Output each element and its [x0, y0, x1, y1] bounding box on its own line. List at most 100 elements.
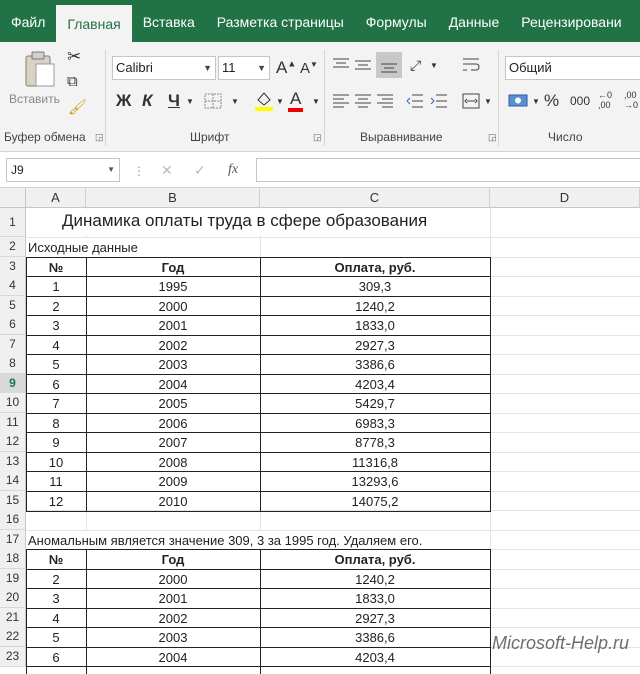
row-header[interactable]: 22 [0, 627, 26, 647]
number-format-select[interactable]: Общий [505, 56, 640, 80]
row-header[interactable]: 9 [0, 374, 26, 394]
table-cell[interactable]: 2007 [86, 433, 260, 453]
row-header[interactable]: 20 [0, 588, 26, 608]
table-cell[interactable]: 5 [26, 355, 86, 375]
tab-data[interactable]: Данные [438, 0, 511, 42]
table-cell[interactable]: 2927,3 [260, 609, 490, 629]
table-cell[interactable]: 1 [26, 277, 86, 297]
table-cell[interactable]: 8778,3 [260, 433, 490, 453]
row-header[interactable]: 12 [0, 432, 26, 452]
table-cell[interactable]: 3 [26, 316, 86, 336]
table-cell[interactable]: 2001 [86, 316, 260, 336]
fill-color-icon[interactable] [254, 90, 274, 116]
table-cell[interactable]: 4 [26, 609, 86, 629]
insert-function-icon[interactable]: fx [228, 162, 238, 178]
table-cell[interactable]: 2003 [86, 628, 260, 648]
table-cell[interactable]: 10 [26, 453, 86, 473]
name-box[interactable]: J9 ▼ [6, 158, 120, 182]
table-cell[interactable]: 2 [26, 297, 86, 317]
tab-page-layout[interactable]: Разметка страницы [206, 0, 355, 42]
row-header[interactable]: 1 [0, 208, 26, 237]
alignment-launcher-icon[interactable]: ◲ [488, 132, 497, 143]
table-cell[interactable]: 7 [26, 394, 86, 414]
align-center-icon[interactable] [354, 92, 372, 114]
table-cell[interactable]: 2927,3 [260, 336, 490, 356]
table-cell[interactable]: 2005 [86, 394, 260, 414]
increase-indent-icon[interactable] [430, 92, 448, 114]
row-header[interactable]: 19 [0, 569, 26, 589]
chevron-down-icon[interactable]: ▼ [532, 98, 540, 106]
sheet-title[interactable]: Динамика оплаты труда в сфере образовани… [60, 209, 430, 235]
column-header-a[interactable]: A [26, 188, 86, 208]
table-cell[interactable]: 6 [26, 648, 86, 668]
table-header-number[interactable]: № [26, 258, 86, 278]
table-cell[interactable]: 1833,0 [260, 316, 490, 336]
font-size-select[interactable]: 11 ▼ [218, 56, 270, 80]
tab-formulas[interactable]: Формулы [355, 0, 438, 42]
row-header[interactable]: 16 [0, 510, 26, 530]
merge-center-icon[interactable] [462, 92, 480, 114]
borders-icon[interactable] [204, 93, 222, 113]
increase-decimal-icon[interactable]: ←0,00 [598, 90, 612, 110]
underline-button[interactable]: Ч [168, 92, 180, 109]
row-header[interactable]: 13 [0, 452, 26, 472]
column-header-b[interactable]: B [86, 188, 260, 208]
row-header[interactable]: 15 [0, 491, 26, 511]
clipboard-launcher-icon[interactable]: ◲ [95, 132, 104, 143]
copy-icon[interactable]: ⧉ [67, 74, 78, 89]
table-cell[interactable]: 5 [26, 628, 86, 648]
table-cell[interactable]: 13293,6 [260, 472, 490, 492]
grow-font-button[interactable]: A▲ [276, 59, 296, 76]
table-cell[interactable]: 3 [26, 589, 86, 609]
table-cell[interactable]: 2002 [86, 609, 260, 629]
italic-button[interactable]: К [142, 92, 152, 109]
table-cell[interactable]: 11 [26, 472, 86, 492]
wrap-text-icon[interactable] [462, 56, 480, 78]
table-cell[interactable]: 4 [26, 336, 86, 356]
table-cell[interactable]: 4203,4 [260, 375, 490, 395]
select-all-corner[interactable] [0, 188, 26, 208]
table-cell[interactable]: 2002 [86, 336, 260, 356]
row-header[interactable]: 14 [0, 471, 26, 491]
row-header[interactable]: 21 [0, 608, 26, 628]
font-launcher-icon[interactable]: ◲ [313, 132, 322, 143]
row-header[interactable]: 6 [0, 315, 26, 335]
table-cell[interactable]: 4203,4 [260, 648, 490, 668]
chevron-down-icon[interactable]: ▼ [484, 98, 492, 106]
table-cell[interactable]: 2008 [86, 453, 260, 473]
cancel-icon[interactable]: ✕ [161, 162, 173, 179]
formula-input[interactable] [256, 158, 640, 182]
table-cell[interactable]: 2004 [86, 375, 260, 395]
decrease-decimal-icon[interactable]: ,00 →0 [624, 90, 638, 110]
table-header-payment[interactable]: Оплата, руб. [260, 550, 490, 570]
row-header[interactable]: 7 [0, 335, 26, 355]
table-header-payment[interactable]: Оплата, руб. [260, 258, 490, 278]
percent-style-button[interactable]: % [544, 92, 559, 109]
table-cell[interactable]: 12 [26, 492, 86, 512]
align-left-icon[interactable] [332, 92, 350, 114]
shrink-font-button[interactable]: A▼ [300, 61, 318, 77]
table-cell[interactable]: 309,3 [260, 277, 490, 297]
table-cell[interactable]: 1833,0 [260, 589, 490, 609]
table-cell[interactable]: 5429,7 [260, 394, 490, 414]
chevron-down-icon[interactable]: ▼ [231, 98, 239, 106]
paste-icon[interactable] [22, 50, 58, 92]
table-cell[interactable]: 2009 [86, 472, 260, 492]
table-cell[interactable]: 6 [26, 375, 86, 395]
tab-home[interactable]: Главная [56, 5, 132, 42]
chevron-down-icon[interactable]: ▼ [186, 98, 194, 106]
table-cell[interactable]: 3386,6 [260, 628, 490, 648]
table-cell[interactable]: 2006 [86, 414, 260, 434]
row-header[interactable]: 3 [0, 257, 26, 277]
align-bottom-icon[interactable] [376, 52, 402, 78]
row-header[interactable]: 18 [0, 549, 26, 569]
table-cell[interactable]: 2004 [86, 648, 260, 668]
table-cell[interactable]: 1240,2 [260, 570, 490, 590]
table-cell[interactable]: 6983,3 [260, 414, 490, 434]
orientation-icon[interactable]: ⤢ [410, 58, 421, 72]
table-cell[interactable]: 1995 [86, 277, 260, 297]
align-middle-icon[interactable] [354, 56, 372, 78]
table-cell[interactable]: 2 [26, 570, 86, 590]
table-cell[interactable]: 2010 [86, 492, 260, 512]
table-cell[interactable]: 2001 [86, 589, 260, 609]
